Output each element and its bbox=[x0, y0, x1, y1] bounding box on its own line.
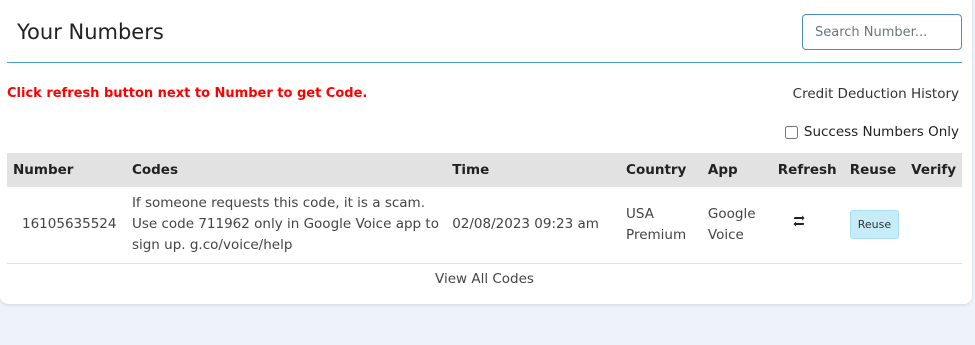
cell-reuse: Reuse bbox=[844, 187, 905, 263]
cell-time: 02/08/2023 09:23 am bbox=[452, 216, 599, 233]
success-numbers-filter[interactable]: Success Numbers Only bbox=[784, 124, 959, 140]
table-row: 16105635524 If someone requests this cod… bbox=[7, 187, 962, 263]
cell-refresh bbox=[772, 187, 844, 263]
country-line: Premium bbox=[626, 226, 687, 243]
column-header-codes: Codes bbox=[131, 162, 178, 178]
refresh-notice: Click refresh button next to Number to g… bbox=[7, 86, 368, 101]
reuse-button[interactable]: Reuse bbox=[849, 210, 900, 240]
refresh-icon[interactable] bbox=[792, 214, 806, 228]
table-footer-row: View All Codes bbox=[7, 263, 962, 295]
search-input[interactable] bbox=[802, 14, 962, 50]
cell-app: Google Voice bbox=[702, 187, 772, 263]
header-divider bbox=[7, 62, 962, 63]
column-header-reuse: Reuse bbox=[849, 162, 897, 178]
cell-codes: If someone requests this code, it is a s… bbox=[126, 187, 446, 263]
success-numbers-checkbox[interactable] bbox=[784, 125, 798, 139]
column-header-verify: Verify bbox=[911, 162, 956, 178]
cell-verify bbox=[905, 187, 962, 263]
success-numbers-label: Success Numbers Only bbox=[803, 124, 959, 140]
numbers-table: Number Codes Time Country App Refresh Re… bbox=[7, 153, 962, 295]
code-line: sign up. g.co/voice/help bbox=[131, 237, 293, 254]
code-line: If someone requests this code, it is a s… bbox=[131, 195, 425, 212]
cell-number: 16105635524 bbox=[22, 216, 117, 233]
app-line: Voice bbox=[707, 226, 744, 243]
column-header-time: Time bbox=[452, 162, 490, 178]
column-header-number: Number bbox=[13, 162, 74, 178]
column-header-country: Country bbox=[626, 162, 687, 178]
column-header-app: App bbox=[707, 162, 738, 178]
app-line: Google bbox=[707, 205, 756, 222]
cell-country: USA Premium bbox=[620, 187, 702, 263]
page-title: Your Numbers bbox=[17, 20, 164, 44]
numbers-card: Your Numbers Click refresh button next t… bbox=[0, 0, 972, 304]
table-header-row: Number Codes Time Country App Refresh Re… bbox=[7, 153, 962, 187]
view-all-codes-link[interactable]: View All Codes bbox=[7, 263, 962, 295]
credit-deduction-history-link[interactable]: Credit Deduction History bbox=[793, 86, 959, 102]
code-line: Use code 711962 only in Google Voice app… bbox=[131, 216, 439, 233]
country-line: USA bbox=[626, 205, 654, 222]
column-header-refresh: Refresh bbox=[777, 162, 837, 178]
